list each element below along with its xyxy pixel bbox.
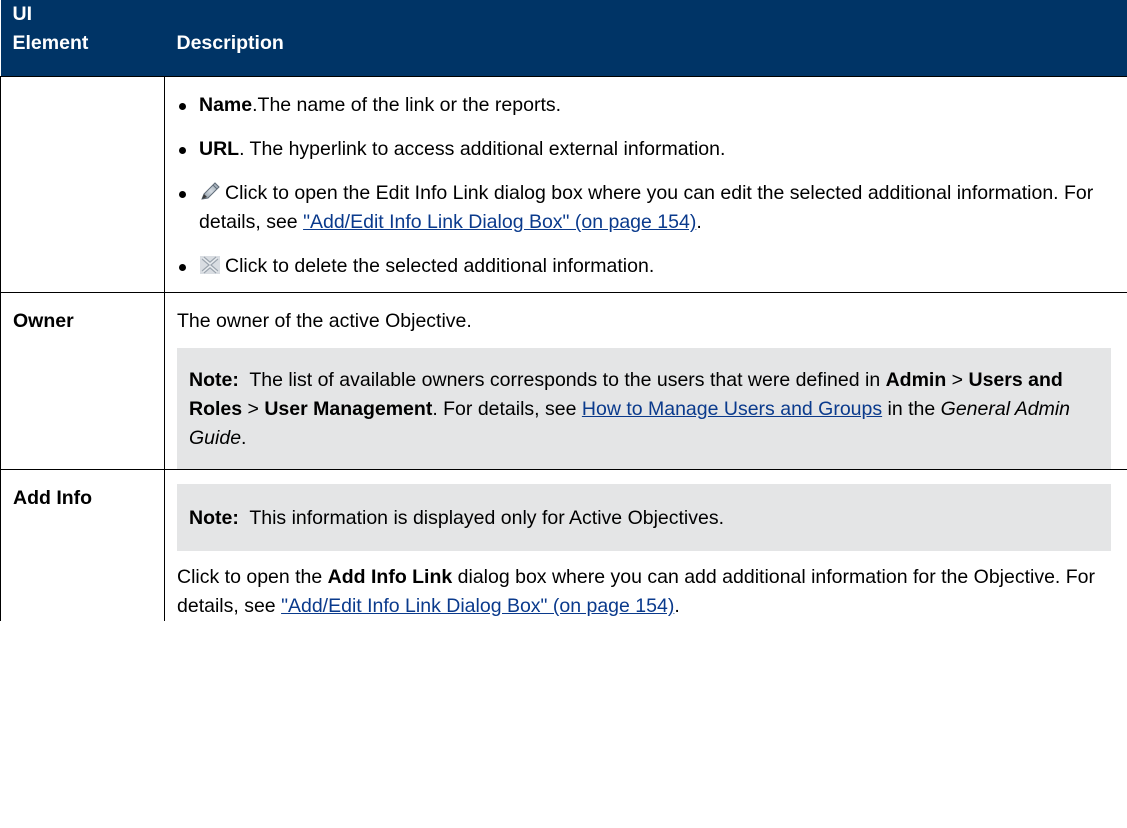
owner-note-sep-1: > (946, 369, 969, 391)
bullet-icon (179, 103, 186, 110)
list-item-url: URL. The hyperlink to access additional … (177, 135, 1111, 164)
bullet-icon (179, 147, 186, 154)
header-description-label: Description (176, 32, 284, 54)
add-edit-info-link-dialog-link[interactable]: "Add/Edit Info Link Dialog Box" (on page… (281, 595, 674, 617)
table-row-info-links: Name.The name of the link or the reports… (0, 76, 1127, 293)
term-url-desc: . The hyperlink to access additional ext… (239, 138, 726, 160)
owner-note-admin: Admin (885, 369, 947, 391)
owner-note-text-4: . (241, 427, 247, 449)
element-cell-owner: Owner (0, 292, 165, 470)
owner-note-text-3: in the (882, 398, 941, 420)
info-links-list: Name.The name of the link or the reports… (177, 77, 1111, 281)
owner-note-user-management: User Management (264, 398, 433, 420)
edit-item-after: . (696, 211, 702, 233)
note-label: Note: (189, 369, 239, 391)
add-edit-info-link-dialog-link[interactable]: "Add/Edit Info Link Dialog Box" (on page… (303, 211, 696, 233)
owner-description: The owner of the active Objective. (177, 310, 472, 332)
add-info-desc-1: Click to open the (177, 566, 328, 588)
header-ui-element-label: UI Element (12, 3, 89, 54)
description-cell-info-links: Name.The name of the link or the reports… (164, 76, 1127, 293)
manage-users-groups-link[interactable]: How to Manage Users and Groups (582, 398, 882, 420)
header-ui-element: UI Element (0, 0, 165, 77)
add-info-description: Click to open the Add Info Link dialog b… (177, 551, 1111, 621)
list-item-delete: Click to delete the selected additional … (177, 252, 1111, 281)
description-cell-add-info: Note: This information is displayed only… (164, 469, 1127, 621)
list-item-edit: Click to open the Edit Info Link dialog … (177, 179, 1111, 237)
owner-note: Note: The list of available owners corre… (177, 348, 1111, 469)
element-add-info-label: Add Info (13, 487, 93, 509)
bullet-icon (179, 191, 186, 198)
term-name-desc: .The name of the link or the reports. (252, 94, 562, 116)
list-item-name: Name.The name of the link or the reports… (177, 91, 1111, 120)
table-row-add-info: Add Info Note: This information is displ… (0, 469, 1127, 621)
term-name: Name (199, 94, 253, 116)
owner-note-sep-2: > (242, 398, 265, 420)
add-info-note-text: This information is displayed only for A… (249, 507, 725, 529)
term-url: URL (199, 138, 240, 160)
description-cell-owner: The owner of the active Objective. Note:… (164, 292, 1127, 470)
bullet-icon (179, 264, 186, 271)
delete-x-icon (199, 255, 221, 275)
owner-note-text-2: . For details, see (432, 398, 582, 420)
table-row-owner: Owner The owner of the active Objective.… (0, 292, 1127, 470)
header-description: Description (164, 0, 1127, 77)
element-cell-add-info: Add Info (0, 469, 165, 621)
edit-pencil-icon (199, 182, 221, 202)
delete-item-text: Click to delete the selected additional … (225, 255, 655, 277)
owner-note-text-1: The list of available owners corresponds… (249, 369, 886, 391)
element-owner-label: Owner (13, 310, 74, 332)
add-info-note: Note: This information is displayed only… (177, 484, 1111, 551)
table-header-row: UI Element Description (0, 0, 1127, 77)
add-info-dialog-name: Add Info Link (327, 566, 453, 588)
add-info-desc-3: . (674, 595, 680, 617)
element-cell-empty (0, 76, 165, 293)
note-label: Note: (189, 507, 239, 529)
ui-elements-table: UI Element Description Name.The name of … (0, 0, 1127, 621)
